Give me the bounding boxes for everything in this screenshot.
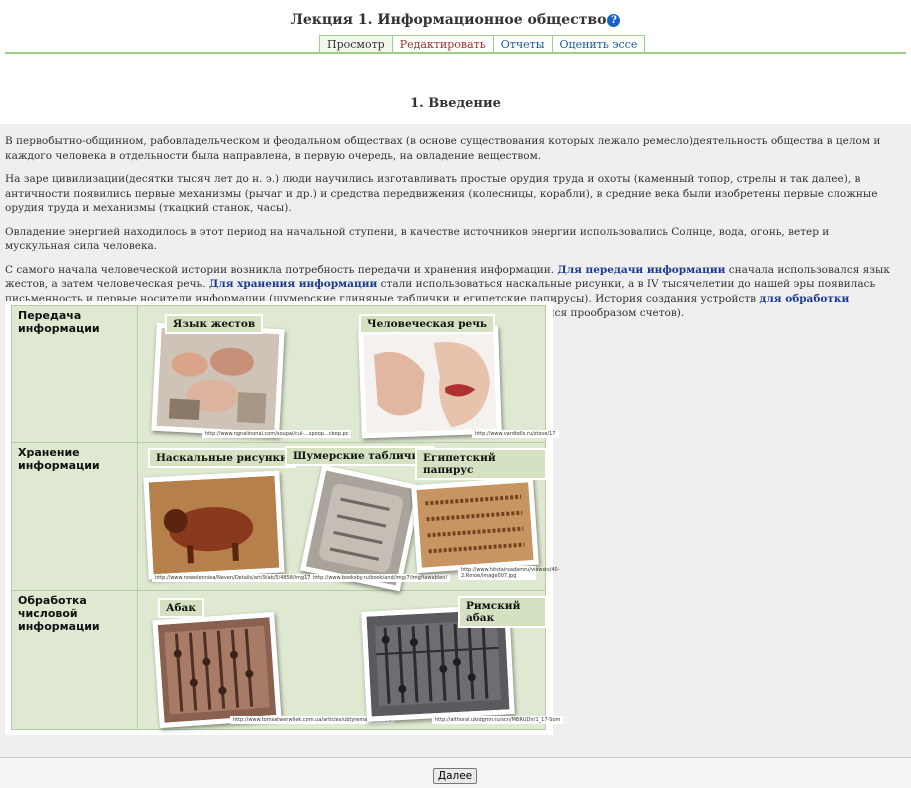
abacus-photo <box>152 611 282 729</box>
row-label-transmission: Передача информации <box>18 309 100 335</box>
section-title: 1. Введение <box>410 96 501 111</box>
next-button[interactable]: Далее <box>433 768 477 784</box>
abacus-label: Абак <box>160 600 202 616</box>
row-label-cell: Передача информации <box>12 306 138 442</box>
roman-abacus-url: http://althoral.ukidgmn.ru/scn/MBRUDir/1… <box>432 716 564 724</box>
sumerian-tablet-label: Шумерские таблички <box>287 448 433 464</box>
row-label-cell: Хранение информации <box>12 443 138 590</box>
gestures-label: Язык жестов <box>167 316 262 332</box>
gestures-url: http://www.ngnalinonal.com/soupai/cul-..… <box>202 430 352 438</box>
roman-abacus-label: Римский абак <box>460 598 545 626</box>
paragraph-1: В первобытно-общинном, рабовладельческом… <box>5 135 881 162</box>
section-header-area <box>5 54 906 126</box>
speech-url: http://www.vardtells.ru/stove/17 <box>472 430 559 438</box>
cave-painting-url: http://www.nowolenniea/Neven/Details/art… <box>152 574 335 582</box>
tab-grade-essays[interactable]: Оценить эссе <box>551 35 646 53</box>
papyrus-url: http://www.hitstairsadamru/viewsts/40-2.… <box>458 566 560 580</box>
gestures-image <box>156 327 280 433</box>
papyrus-image <box>416 482 534 568</box>
help-icon[interactable]: ? <box>607 14 621 27</box>
tab-reports[interactable]: Отчеты <box>492 35 553 53</box>
paragraph-2: На заре цивилизации(десятки тысяч лет до… <box>5 173 878 214</box>
tab-edit[interactable]: Редактировать <box>391 35 494 53</box>
row-label-cell: Обработка числовой информации <box>12 591 138 729</box>
cave-painting-label: Наскальные рисунки <box>150 450 294 466</box>
page-title: Лекция 1. Информационное общество? <box>0 12 911 28</box>
lecture-title: Лекция 1. Информационное общество <box>290 12 607 28</box>
sumerian-tablet-image <box>305 470 417 586</box>
papyrus-label: Египетский папирус <box>417 450 545 478</box>
gestures-photo <box>151 322 285 438</box>
speech-photo <box>358 325 502 439</box>
tab-bar: Просмотр Редактировать Отчеты Оценить эс… <box>319 35 646 53</box>
link-transmission[interactable]: Для передачи информации <box>557 264 725 276</box>
speech-label: Человеческая речь <box>361 316 494 332</box>
page-footer: Далее <box>0 757 911 788</box>
link-storage[interactable]: Для хранения информации <box>209 278 377 290</box>
tab-view[interactable]: Просмотр <box>319 35 393 53</box>
papyrus-photo <box>411 476 539 574</box>
paragraph-4-text-1: С самого начала человеческой истории воз… <box>5 263 558 276</box>
page-header: Лекция 1. Информационное общество? Просм… <box>0 0 911 54</box>
row-label-processing: Обработка числовой информации <box>18 594 100 633</box>
row-label-storage: Хранение информации <box>18 446 100 472</box>
figure-grid: Передача информации Хранение информации … <box>11 305 564 730</box>
paragraph-3: Овладение энергией находилось в этот пер… <box>5 225 830 253</box>
info-history-figure: Передача информации Хранение информации … <box>5 301 564 735</box>
cave-painting-image <box>148 475 280 575</box>
sumerian-tablet-url: http://www.booksby.ru/book/and/img/7/img… <box>310 574 451 582</box>
abacus-image <box>157 617 277 723</box>
speech-image <box>363 330 497 434</box>
cave-painting-photo <box>143 470 285 580</box>
